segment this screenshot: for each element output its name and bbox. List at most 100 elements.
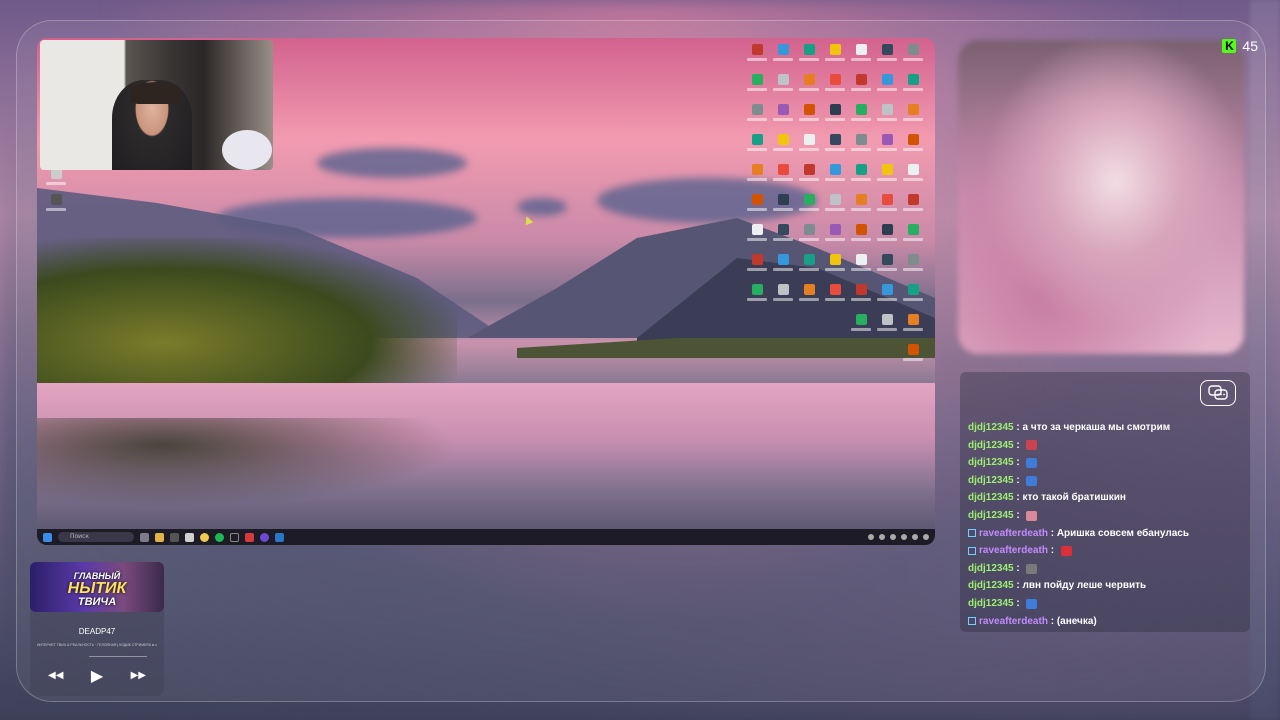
desktop-icon[interactable] xyxy=(874,132,900,158)
desktop-icon[interactable] xyxy=(770,222,796,248)
chat-button[interactable] xyxy=(1200,380,1236,406)
desktop-icon[interactable] xyxy=(796,42,822,68)
desktop-icon[interactable] xyxy=(770,192,796,218)
desktop-icon[interactable] xyxy=(744,252,770,278)
desktop-icon[interactable] xyxy=(874,192,900,218)
desktop-icon[interactable] xyxy=(43,192,69,218)
desktop-icon[interactable] xyxy=(900,162,926,188)
taskbar-app-icon[interactable] xyxy=(170,532,179,542)
desktop-icon[interactable] xyxy=(874,252,900,278)
tray-icon[interactable] xyxy=(879,534,885,540)
chat-username[interactable]: raveafterdeath xyxy=(979,542,1048,560)
desktop-icon[interactable] xyxy=(744,192,770,218)
desktop-icon[interactable] xyxy=(900,72,926,98)
desktop-icon[interactable] xyxy=(822,102,848,128)
track-progress[interactable] xyxy=(89,656,147,657)
desktop-icon[interactable] xyxy=(848,72,874,98)
desktop-icon[interactable] xyxy=(900,222,926,248)
desktop-icon[interactable] xyxy=(770,162,796,188)
desktop-icon[interactable] xyxy=(848,102,874,128)
previous-icon[interactable]: ◀◀ xyxy=(48,670,63,681)
desktop-icon[interactable] xyxy=(744,102,770,128)
chat-username[interactable]: djdj12345 xyxy=(968,419,1014,437)
desktop-icon[interactable] xyxy=(744,222,770,248)
chat-username[interactable]: raveafterdeath xyxy=(979,613,1048,631)
chat-username[interactable]: djdj12345 xyxy=(968,472,1014,490)
chat-username[interactable]: djdj12345 xyxy=(968,489,1014,507)
folder-icon[interactable] xyxy=(155,532,164,542)
chat-username[interactable]: djdj12345 xyxy=(968,577,1014,595)
desktop-icon[interactable] xyxy=(900,192,926,218)
desktop-icon[interactable] xyxy=(874,72,900,98)
desktop-icon[interactable] xyxy=(822,192,848,218)
desktop-icon[interactable] xyxy=(770,252,796,278)
desktop-icon[interactable] xyxy=(796,282,822,308)
desktop-icon[interactable] xyxy=(874,282,900,308)
desktop-icon[interactable] xyxy=(822,162,848,188)
next-icon[interactable]: ▶▶ xyxy=(131,670,146,681)
taskbar-app-icon[interactable] xyxy=(140,532,149,542)
desktop-icon[interactable] xyxy=(770,282,796,308)
tray-icon[interactable] xyxy=(868,534,874,540)
desktop-icon[interactable] xyxy=(822,132,848,158)
chat-username[interactable]: raveafterdeath xyxy=(979,525,1048,543)
taskbar-app-icon[interactable] xyxy=(185,532,194,542)
desktop-icon[interactable] xyxy=(848,192,874,218)
desktop-icon[interactable] xyxy=(796,72,822,98)
tray-icon[interactable] xyxy=(901,534,907,540)
desktop-icon[interactable] xyxy=(822,42,848,68)
chat-username[interactable]: djdj12345 xyxy=(968,507,1014,525)
chat-username[interactable]: djdj12345 xyxy=(968,454,1014,472)
desktop-icon[interactable] xyxy=(900,132,926,158)
taskbar-search[interactable]: Поиск xyxy=(58,532,134,542)
desktop-icon[interactable] xyxy=(874,42,900,68)
desktop-icon[interactable] xyxy=(822,72,848,98)
desktop-icon[interactable] xyxy=(796,132,822,158)
chrome-icon[interactable] xyxy=(200,532,209,542)
desktop-icon[interactable] xyxy=(744,132,770,158)
desktop-icon[interactable] xyxy=(900,252,926,278)
desktop-icon[interactable] xyxy=(796,162,822,188)
desktop-icon[interactable] xyxy=(848,312,874,338)
desktop-icon[interactable] xyxy=(874,312,900,338)
desktop-icon[interactable] xyxy=(796,222,822,248)
desktop-icon[interactable] xyxy=(900,342,926,368)
desktop-icon[interactable] xyxy=(848,222,874,248)
taskbar-app-icon[interactable] xyxy=(245,532,254,542)
desktop-icon[interactable] xyxy=(822,282,848,308)
desktop-icon[interactable] xyxy=(900,312,926,338)
desktop-icon[interactable] xyxy=(874,222,900,248)
desktop-icon[interactable] xyxy=(744,72,770,98)
desktop-icon[interactable] xyxy=(874,102,900,128)
desktop-icon[interactable] xyxy=(822,252,848,278)
desktop-icon[interactable] xyxy=(848,162,874,188)
tray-icon[interactable] xyxy=(890,534,896,540)
desktop-icon[interactable] xyxy=(822,222,848,248)
desktop-icon[interactable] xyxy=(848,252,874,278)
desktop-icon[interactable] xyxy=(874,162,900,188)
desktop-icon[interactable] xyxy=(744,42,770,68)
tray-icon[interactable] xyxy=(923,534,929,540)
tray-icon[interactable] xyxy=(912,534,918,540)
desktop-icon[interactable] xyxy=(770,72,796,98)
play-icon[interactable]: ▶ xyxy=(91,666,103,685)
taskbar-app-icon[interactable] xyxy=(260,532,269,542)
desktop-icon[interactable] xyxy=(848,282,874,308)
desktop-icon[interactable] xyxy=(770,42,796,68)
desktop-icon[interactable] xyxy=(848,42,874,68)
desktop-icon[interactable] xyxy=(744,282,770,308)
desktop-icon[interactable] xyxy=(848,132,874,158)
desktop-icon[interactable] xyxy=(796,192,822,218)
desktop-icon[interactable] xyxy=(744,162,770,188)
steam-icon[interactable] xyxy=(275,532,284,542)
desktop-icon[interactable] xyxy=(900,102,926,128)
desktop-icon[interactable] xyxy=(770,132,796,158)
desktop-icon[interactable] xyxy=(796,102,822,128)
chat-username[interactable]: djdj12345 xyxy=(968,595,1014,613)
desktop-icon[interactable] xyxy=(900,42,926,68)
desktop-icon[interactable] xyxy=(796,252,822,278)
spotify-icon[interactable] xyxy=(215,532,224,542)
start-icon[interactable] xyxy=(43,532,52,542)
desktop-icon[interactable] xyxy=(770,102,796,128)
chat-username[interactable]: djdj12345 xyxy=(968,560,1014,578)
